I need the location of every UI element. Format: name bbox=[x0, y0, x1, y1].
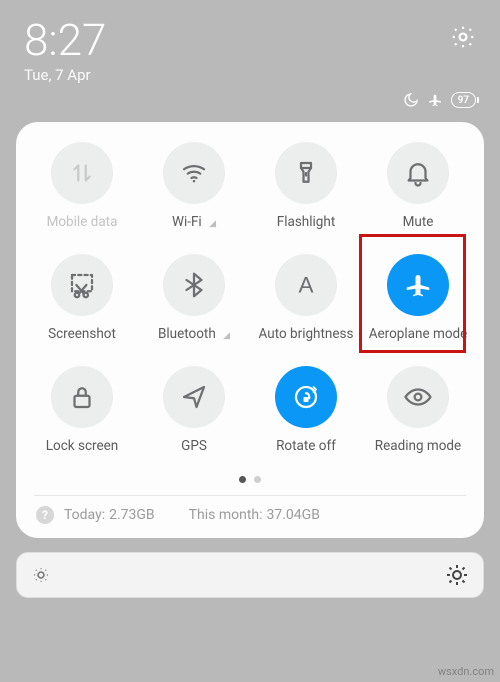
tile-gps[interactable]: GPS bbox=[138, 366, 250, 454]
expand-indicator-icon: ◢ bbox=[223, 331, 230, 341]
gear-icon bbox=[450, 24, 476, 50]
tile-wifi[interactable]: Wi-Fi ◢ bbox=[138, 142, 250, 230]
airplane-icon bbox=[387, 254, 449, 316]
tile-label: Mute bbox=[403, 214, 434, 230]
tile-label: Lock screen bbox=[46, 438, 118, 454]
tile-label: Aeroplane mode bbox=[369, 326, 468, 342]
flashlight-icon bbox=[275, 142, 337, 204]
wifi-icon bbox=[163, 142, 225, 204]
page-indicator bbox=[26, 476, 474, 483]
airplane-icon bbox=[427, 92, 443, 108]
battery-indicator: 97 bbox=[451, 92, 476, 108]
data-arrows-icon bbox=[51, 142, 113, 204]
clock: 8:27 bbox=[24, 18, 106, 62]
bell-icon bbox=[387, 142, 449, 204]
watermark: wsxdn.com bbox=[438, 665, 494, 678]
brightness-low-icon bbox=[31, 565, 51, 585]
tile-label: Flashlight bbox=[277, 214, 336, 230]
tile-screenshot[interactable]: Screenshot bbox=[26, 254, 138, 342]
svg-text:A: A bbox=[298, 273, 313, 298]
tile-label: Bluetooth ◢ bbox=[158, 326, 230, 342]
lock-icon bbox=[51, 366, 113, 428]
tile-label: Rotate off bbox=[276, 438, 336, 454]
letter-a-icon: A bbox=[275, 254, 337, 316]
tile-auto-brightness[interactable]: A Auto brightness bbox=[250, 254, 362, 342]
data-month-value: 37.04GB bbox=[267, 507, 320, 523]
nav-arrow-icon bbox=[163, 366, 225, 428]
brightness-slider[interactable] bbox=[16, 552, 484, 598]
tile-label: Auto brightness bbox=[259, 326, 354, 342]
pager-dot bbox=[239, 476, 246, 483]
tile-lock-screen[interactable]: Lock screen bbox=[26, 366, 138, 454]
data-today-value: 2.73GB bbox=[109, 507, 155, 523]
divider bbox=[34, 495, 466, 496]
quick-tiles-grid: Mobile data Wi-Fi ◢ Flashlight Mute Screensh… bbox=[26, 142, 474, 454]
eye-icon bbox=[387, 366, 449, 428]
tile-bluetooth[interactable]: Bluetooth ◢ bbox=[138, 254, 250, 342]
status-icons: 97 bbox=[24, 92, 476, 108]
tile-label: Mobile data bbox=[47, 214, 118, 230]
tile-label: Wi-Fi ◢ bbox=[172, 214, 216, 230]
bluetooth-icon bbox=[163, 254, 225, 316]
tile-mobile-data[interactable]: Mobile data bbox=[26, 142, 138, 230]
pager-dot bbox=[254, 476, 261, 483]
tile-flashlight[interactable]: Flashlight bbox=[250, 142, 362, 230]
tile-reading-mode[interactable]: Reading mode bbox=[362, 366, 474, 454]
tile-label: Screenshot bbox=[48, 326, 116, 342]
data-usage-row[interactable]: ? Today: 2.73GB This month: 37.04GB bbox=[26, 506, 474, 526]
data-today-label: Today: bbox=[64, 507, 105, 523]
moon-icon bbox=[403, 92, 419, 108]
quick-settings-panel: Mobile data Wi-Fi ◢ Flashlight Mute Screensh… bbox=[16, 122, 484, 538]
rotate-lock-icon bbox=[275, 366, 337, 428]
tile-mute[interactable]: Mute bbox=[362, 142, 474, 230]
status-area: 8:27 Tue, 7 Apr 97 bbox=[0, 0, 500, 114]
tile-label: GPS bbox=[181, 438, 207, 454]
data-month-label: This month: bbox=[189, 507, 263, 523]
settings-button[interactable] bbox=[450, 24, 476, 50]
tile-label: Reading mode bbox=[375, 438, 461, 454]
brightness-high-icon bbox=[445, 563, 469, 587]
tile-rotate-off[interactable]: Rotate off bbox=[250, 366, 362, 454]
info-icon: ? bbox=[36, 506, 54, 524]
status-left: 8:27 Tue, 7 Apr bbox=[24, 18, 106, 84]
scissors-icon bbox=[51, 254, 113, 316]
date: Tue, 7 Apr bbox=[24, 66, 106, 84]
tile-aeroplane-mode[interactable]: Aeroplane mode bbox=[362, 254, 474, 342]
expand-indicator-icon: ◢ bbox=[209, 219, 216, 229]
